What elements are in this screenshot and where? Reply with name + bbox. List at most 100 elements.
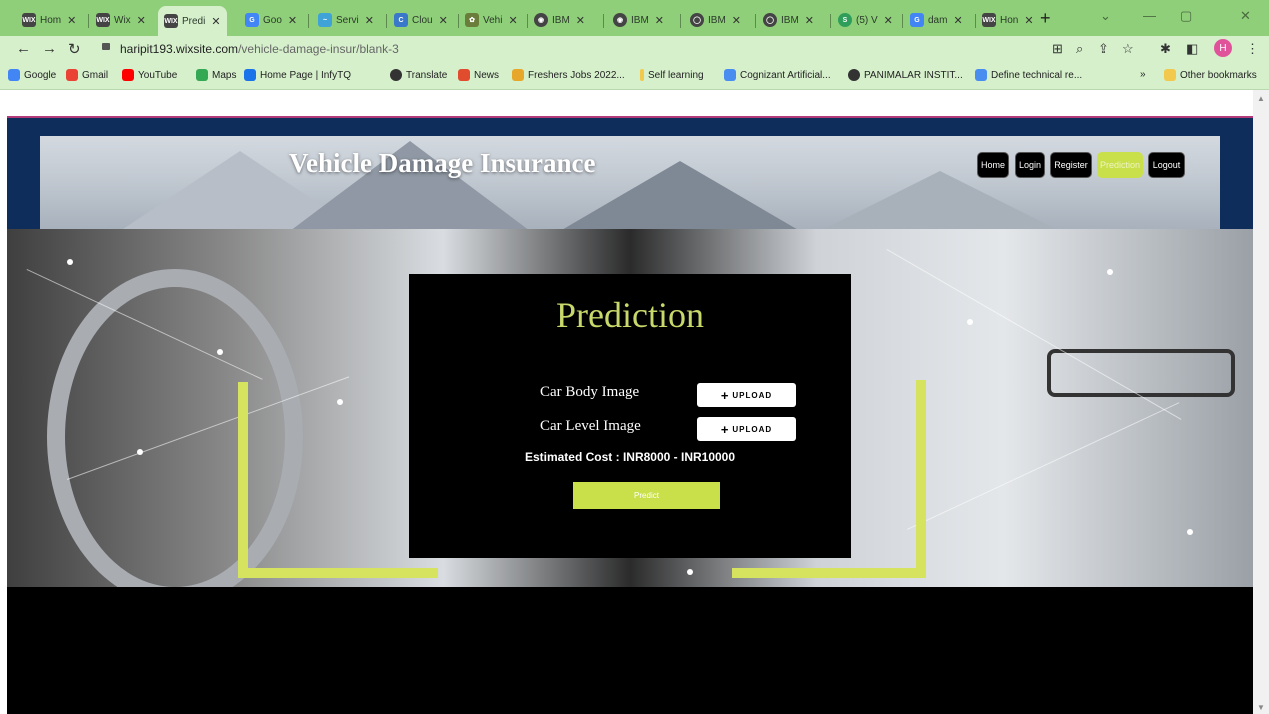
car-level-upload-button[interactable]: + UPLOAD — [697, 417, 796, 441]
tab-9[interactable]: ◯ IBM ✕ — [690, 8, 741, 32]
browser-tab-strip: WIX Hom ✕ WIX Wix ✕ WIX Predi ✕ G Goo ✕ ~ Servi ✕ … — [0, 0, 1269, 36]
nav-register-button[interactable]: Register — [1050, 152, 1092, 178]
tab-title: Hom — [40, 14, 62, 26]
bookmark-define-technical[interactable]: Define technical re... — [975, 69, 1082, 81]
tab-divider — [308, 14, 309, 28]
tab-12[interactable]: Gdam ✕ — [910, 8, 963, 32]
car-level-image-label: Car Level Image — [540, 418, 641, 434]
close-tab-icon[interactable]: ✕ — [576, 14, 585, 27]
nav-home-button[interactable]: Home — [977, 152, 1009, 178]
bookmark-translate[interactable]: Translate — [390, 69, 447, 81]
network-node — [67, 259, 73, 265]
close-tab-icon[interactable]: ✕ — [288, 14, 297, 27]
close-window-icon[interactable]: ✕ — [1240, 8, 1251, 24]
tab-4[interactable]: ~ Servi ✕ — [318, 8, 374, 32]
mountain-shape — [820, 171, 1060, 231]
minimize-icon[interactable]: — — [1143, 8, 1156, 23]
tab-13[interactable]: WIX Hon ✕ — [982, 8, 1034, 32]
other-bookmarks[interactable]: Other bookmarks — [1164, 69, 1257, 81]
close-tab-icon[interactable]: ✕ — [137, 14, 146, 27]
menu-kebab-icon[interactable]: ⋮ — [1246, 41, 1259, 57]
scroll-up-arrow-icon[interactable]: ▲ — [1257, 94, 1265, 103]
site-title[interactable]: Vehicle Damage Insurance — [289, 148, 595, 179]
profile-avatar[interactable]: H — [1214, 39, 1232, 57]
nav-prediction-button[interactable]: Prediction — [1097, 152, 1143, 178]
service-favicon-icon: ~ — [318, 13, 332, 27]
tab-7[interactable]: ◉ IBM ✕ — [534, 8, 585, 32]
gmail-icon — [66, 69, 78, 81]
tab-6[interactable]: ✿ Vehi ✕ — [465, 8, 518, 32]
tab-divider — [527, 14, 528, 28]
wix-favicon-icon: WIX — [164, 14, 178, 28]
close-tab-icon[interactable]: ✕ — [439, 14, 448, 27]
tab-title: Wix — [114, 14, 131, 26]
tab-divider — [830, 14, 831, 28]
tab-search-icon[interactable]: ⌄ — [1100, 8, 1111, 24]
close-tab-icon[interactable]: ✕ — [365, 14, 374, 27]
bookmark-self-learning[interactable]: Self learning — [640, 69, 704, 81]
close-tab-icon[interactable]: ✕ — [953, 14, 962, 27]
forward-arrow-icon[interactable]: → — [42, 40, 57, 57]
tab-divider — [88, 14, 89, 28]
close-tab-icon[interactable]: ✕ — [508, 14, 517, 27]
maximize-icon[interactable]: ▢ — [1180, 8, 1192, 24]
back-arrow-icon[interactable]: ← — [16, 40, 31, 57]
tab-3[interactable]: G Goo ✕ — [245, 8, 297, 32]
bookmark-label: Maps — [212, 69, 237, 81]
frame-accent-bottom-right — [732, 568, 926, 578]
tab-10[interactable]: ◯ IBM ✕ — [763, 8, 814, 32]
tab-11[interactable]: S (5) V ✕ — [838, 8, 893, 32]
bookmark-maps[interactable]: Maps — [196, 69, 236, 81]
url-host: haripit193.wixsite.com — [120, 42, 239, 56]
upload-label: UPLOAD — [732, 424, 773, 434]
new-tab-button[interactable]: + — [1040, 8, 1051, 29]
tab-5[interactable]: C Clou ✕ — [394, 8, 448, 32]
bookmark-infytq[interactable]: Home Page | InfyTQ — [244, 69, 351, 81]
side-panel-icon[interactable]: ◧ — [1186, 41, 1198, 57]
reload-icon[interactable]: ↻ — [68, 40, 81, 58]
zoom-icon[interactable]: ⌕ — [1076, 41, 1083, 57]
wix-favicon-icon: WIX — [96, 13, 110, 27]
network-node — [137, 449, 143, 455]
tab-2-active[interactable]: WIX Predi ✕ — [158, 6, 227, 36]
bookmark-news[interactable]: News — [458, 69, 499, 81]
close-tab-icon[interactable]: ✕ — [211, 15, 220, 28]
address-bar[interactable]: haripit193.wixsite.com/vehicle-damage-in… — [92, 38, 1092, 60]
infytq-icon — [244, 69, 256, 81]
tab-1[interactable]: WIX Wix ✕ — [96, 8, 146, 32]
predict-button[interactable]: Predict — [573, 482, 720, 509]
bookmark-gmail[interactable]: Gmail — [66, 69, 108, 81]
close-tab-icon[interactable]: ✕ — [67, 14, 76, 27]
bookmark-panimalar[interactable]: PANIMALAR INSTIT... — [848, 69, 963, 81]
tab-title: Hon — [1000, 14, 1019, 26]
bookmark-freshers-jobs[interactable]: Freshers Jobs 2022... — [512, 69, 625, 81]
nav-logout-button[interactable]: Logout — [1148, 152, 1185, 178]
translate-icon[interactable]: ⊞ — [1052, 41, 1063, 57]
youtube-icon — [122, 69, 134, 81]
bookmark-star-icon[interactable]: ☆ — [1122, 41, 1134, 57]
close-tab-icon[interactable]: ✕ — [732, 14, 741, 27]
tab-8[interactable]: ◉ IBM ✕ — [613, 8, 664, 32]
tab-title: IBM — [781, 14, 799, 26]
bookmarks-overflow-button[interactable]: » — [1140, 69, 1146, 80]
page-scrollbar[interactable]: ▲ ▼ — [1253, 90, 1269, 714]
bookmark-label: News — [474, 69, 500, 81]
share-icon[interactable]: ⇪ — [1098, 41, 1109, 57]
close-tab-icon[interactable]: ✕ — [655, 14, 664, 27]
extensions-icon[interactable]: ✱ — [1160, 41, 1171, 57]
bookmark-google[interactable]: Google — [8, 69, 56, 81]
bookmark-youtube[interactable]: YouTube — [122, 69, 177, 81]
close-tab-icon[interactable]: ✕ — [805, 14, 814, 27]
tab-divider — [902, 14, 903, 28]
tab-title: Vehi — [483, 14, 503, 26]
nav-login-button[interactable]: Login — [1015, 152, 1045, 178]
diamond-icon — [975, 69, 987, 81]
close-tab-icon[interactable]: ✕ — [884, 14, 893, 27]
bookmark-cognizant[interactable]: Cognizant Artificial... — [724, 69, 831, 81]
scroll-down-arrow-icon[interactable]: ▼ — [1257, 703, 1265, 712]
prediction-panel: Prediction Car Body Image + UPLOAD Car Le… — [409, 274, 851, 558]
close-tab-icon[interactable]: ✕ — [1024, 14, 1033, 27]
car-body-upload-button[interactable]: + UPLOAD — [697, 383, 796, 407]
tab-0[interactable]: WIX Hom ✕ — [22, 8, 76, 32]
bookmark-label: Gmail — [82, 69, 109, 81]
